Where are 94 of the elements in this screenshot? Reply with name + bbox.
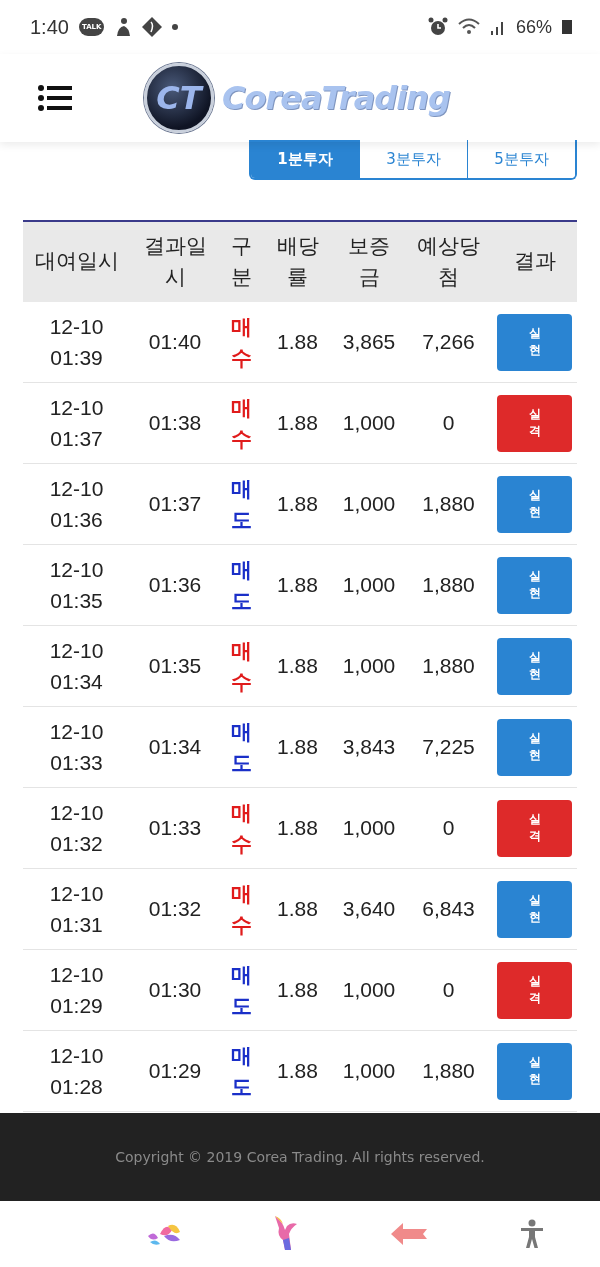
battery-level: 66% <box>515 16 552 38</box>
table-cell: 01:38 <box>130 382 220 464</box>
trade-type: 매도 <box>220 463 262 545</box>
accessibility-icon[interactable] <box>520 1219 545 1249</box>
table-cell: 1,880 <box>405 544 492 626</box>
table-cell: 0 <box>405 949 492 1031</box>
trade-type: 매수 <box>220 787 262 869</box>
table-cell: 1.88 <box>262 868 333 950</box>
table-cell: 01:30 <box>130 949 220 1031</box>
column-header: 결과 <box>492 221 577 302</box>
logo-emblem: CT <box>144 63 214 133</box>
result-button[interactable]: 실현 <box>497 475 572 533</box>
table-cell: 7,225 <box>405 706 492 788</box>
trade-type: 매수 <box>220 625 262 707</box>
back-arrow-icon[interactable] <box>390 1223 429 1245</box>
result-button[interactable]: 실격 <box>497 799 572 857</box>
table-cell: 1.88 <box>262 706 333 788</box>
signal-icon <box>489 19 506 35</box>
result-button[interactable]: 실격 <box>497 961 572 1019</box>
table-cell: 1,000 <box>333 949 405 1031</box>
table-cell: 12-10 01:28 <box>23 1030 130 1112</box>
table-cell: 1.88 <box>262 1030 333 1112</box>
table-cell: 0 <box>405 382 492 464</box>
table-cell: 1.88 <box>262 302 333 383</box>
table-cell: 1.88 <box>262 625 333 707</box>
flower-icon[interactable] <box>145 1222 182 1246</box>
table-cell: 12-10 01:39 <box>23 302 130 383</box>
result-button[interactable]: 실현 <box>497 718 572 776</box>
trade-type: 매수 <box>220 302 262 383</box>
battery-icon <box>562 20 572 34</box>
period-tab[interactable]: 5분투자 <box>467 140 575 178</box>
column-header: 배당률 <box>262 221 333 302</box>
dot-icon <box>172 24 179 30</box>
table-cell: 12-10 01:29 <box>23 949 130 1031</box>
table-cell: 1,880 <box>405 463 492 545</box>
table-cell: 01:29 <box>130 1030 220 1112</box>
table-cell: 1,000 <box>333 625 405 707</box>
table-cell: 1,000 <box>333 382 405 464</box>
column-header: 보증금 <box>333 221 405 302</box>
table-cell: 01:32 <box>130 868 220 950</box>
table-cell: 3,640 <box>333 868 405 950</box>
table-cell: 12-10 01:37 <box>23 382 130 464</box>
table-cell: 1,880 <box>405 1030 492 1112</box>
column-header: 대여일시 <box>23 221 130 302</box>
table-cell: 1.88 <box>262 382 333 464</box>
period-tab[interactable]: 1분투자 <box>251 140 359 178</box>
column-header: 예상당첨 <box>405 221 492 302</box>
column-header: 결과일시 <box>130 221 220 302</box>
table-cell: 1,000 <box>333 787 405 869</box>
alarm-icon <box>427 17 448 37</box>
table-cell: 12-10 01:34 <box>23 625 130 707</box>
table-cell: 12-10 01:35 <box>23 544 130 626</box>
table-cell: 3,843 <box>333 706 405 788</box>
result-button[interactable]: 실격 <box>497 394 572 452</box>
brand-name: CoreaTrading <box>222 79 450 117</box>
table-cell: 1,000 <box>333 544 405 626</box>
menu-icon[interactable] <box>38 85 72 111</box>
table-cell: 1.88 <box>262 949 333 1031</box>
table-cell: 6,843 <box>405 868 492 950</box>
trade-type: 매도 <box>220 706 262 788</box>
table-cell: 12-10 01:33 <box>23 706 130 788</box>
table-cell: 01:40 <box>130 302 220 383</box>
trade-type: 매도 <box>220 949 262 1031</box>
trade-type: 매도 <box>220 1030 262 1112</box>
wifi-icon <box>457 18 480 36</box>
table-cell: 01:37 <box>130 463 220 545</box>
table-cell: 01:33 <box>130 787 220 869</box>
table-cell: 1,880 <box>405 625 492 707</box>
table-cell: 0 <box>405 787 492 869</box>
table-cell: 12-10 01:36 <box>23 463 130 545</box>
result-button[interactable]: 실현 <box>497 556 572 614</box>
table-cell: 1,000 <box>333 1030 405 1112</box>
table-cell: 01:34 <box>130 706 220 788</box>
column-header: 구분 <box>220 221 262 302</box>
result-button[interactable]: 실현 <box>497 1042 572 1100</box>
trade-type: 매수 <box>220 868 262 950</box>
result-button[interactable]: 실현 <box>497 313 572 371</box>
table-cell: 3,865 <box>333 302 405 383</box>
status-time: 1:40 <box>30 15 69 39</box>
copyright-text: Copyright © 2019 Corea Trading. All rights reserved. <box>115 1149 485 1165</box>
result-button[interactable]: 실현 <box>497 880 572 938</box>
table-cell: 1,000 <box>333 463 405 545</box>
result-button[interactable]: 실현 <box>497 637 572 695</box>
table-cell: 1.88 <box>262 787 333 869</box>
trade-type: 매도 <box>220 544 262 626</box>
table-cell: 01:35 <box>130 625 220 707</box>
table-cell: 01:36 <box>130 544 220 626</box>
table-cell: 1.88 <box>262 463 333 545</box>
table-cell: 12-10 01:31 <box>23 868 130 950</box>
table-cell: 7,266 <box>405 302 492 383</box>
table-cell: 12-10 01:32 <box>23 787 130 869</box>
trade-type: 매수 <box>220 382 262 464</box>
table-cell: 1.88 <box>262 544 333 626</box>
figure-icon <box>114 17 133 37</box>
